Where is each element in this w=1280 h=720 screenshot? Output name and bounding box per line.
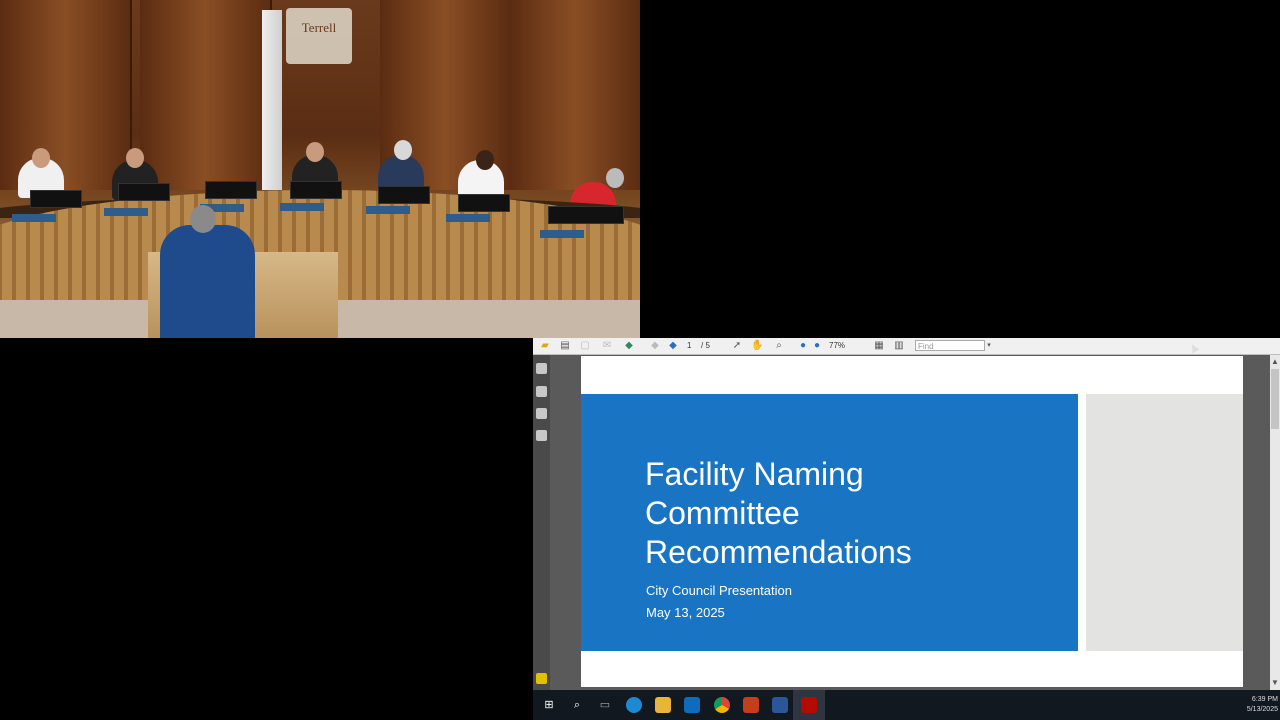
seal-text: Terrell [301,20,337,35]
council-member-head [126,148,144,168]
nameplate [540,230,584,238]
council-member-head [32,148,50,168]
zoom-tool-icon[interactable]: ⌕ [773,340,785,352]
page-total: / 5 [701,341,710,350]
signatures-icon[interactable] [536,430,547,441]
navigation-panel [533,355,550,690]
wood-panel [140,0,272,190]
file-explorer-icon[interactable] [655,697,671,713]
council-member-head [606,168,624,188]
slide-title-line: Recommendations [645,534,912,570]
taskbar-date[interactable]: 5/13/2025 [1247,706,1278,713]
hand-tool-icon[interactable]: ✋ [751,340,763,352]
outlook-icon[interactable] [684,697,700,713]
prev-page-icon[interactable]: ◆ [649,340,661,352]
nameplate [280,203,324,211]
monitor [205,181,257,199]
slide-title: Facility Naming Committee Recommendation… [645,455,1065,572]
print-icon[interactable]: ▤ [559,340,571,352]
flag [262,10,282,190]
vertical-scrollbar[interactable]: ▲ ▼ [1270,355,1280,690]
scroll-up-icon[interactable]: ▲ [1270,357,1280,367]
meeting-video-feed: Terrell [0,0,640,338]
council-member-head [306,142,324,162]
slide-side-block [1086,394,1243,651]
share-icon[interactable]: ◆ [623,340,635,352]
layers-icon[interactable] [536,408,547,419]
monitor [378,186,430,204]
nameplate [446,214,490,222]
pdf-reader-icon[interactable] [801,697,817,713]
slide-subtitle: City Council Presentation [646,583,792,598]
windows-start-icon[interactable]: ⊞ [541,697,557,713]
nameplate [12,214,56,222]
select-tool-icon[interactable]: ➚ [731,340,743,352]
find-dropdown-icon[interactable]: ▾ [983,340,995,352]
wood-panel [510,0,640,190]
taskbar: ⊞ ⌕ ▭ 6:39 PM 5/13/2025 [533,690,1280,720]
comments-icon[interactable] [536,673,547,684]
monitor [548,206,624,224]
city-seal-logo: Terrell [286,8,352,64]
fit-page-icon[interactable]: ▦ [873,340,885,352]
fit-width-icon[interactable]: ▥ [893,340,905,352]
slide-title-line: Committee [645,495,800,531]
scroll-down-icon[interactable]: ▼ [1270,678,1280,688]
task-view-icon[interactable]: ▭ [597,697,613,713]
wood-panel [0,0,132,190]
zoom-out-icon[interactable]: ● [797,340,809,352]
monitor [118,183,170,201]
word-icon[interactable] [772,697,788,713]
speaker [160,225,255,338]
save-icon[interactable]: ▢ [579,340,591,352]
chrome-icon[interactable] [714,697,730,713]
edge-icon[interactable] [626,697,642,713]
slide-title-line: Facility Naming [645,456,864,492]
next-page-icon[interactable]: ◆ [667,340,679,352]
monitor [290,181,342,199]
zoom-in-icon[interactable]: ● [811,340,823,352]
reader-toolbar: ▰ ▤ ▢ ✉ ◆ ◆ ◆ 1 / 5 ➚ ✋ ⌕ ● ● 77% ▦ ▥ Fi… [533,338,1280,355]
monitor [458,194,510,212]
zoom-level-select[interactable]: 77% [827,340,855,351]
nameplate [104,208,148,216]
powerpoint-icon[interactable] [743,697,759,713]
bookmarks-icon[interactable] [536,386,547,397]
council-member-head [476,150,494,170]
speaker-head [190,205,216,233]
council-member-head [394,140,412,160]
scroll-thumb[interactable] [1271,369,1279,429]
slide-date: May 13, 2025 [646,605,725,620]
nameplate [366,206,410,214]
open-folder-icon[interactable]: ▰ [539,340,551,352]
search-icon[interactable]: ⌕ [569,697,585,713]
find-input[interactable]: Find [915,340,985,351]
taskbar-time[interactable]: 6:39 PM [1252,696,1278,703]
email-icon[interactable]: ✉ [601,340,613,352]
page-number-input[interactable]: 1 [685,340,697,351]
pages-icon[interactable] [536,363,547,374]
monitor [30,190,82,208]
